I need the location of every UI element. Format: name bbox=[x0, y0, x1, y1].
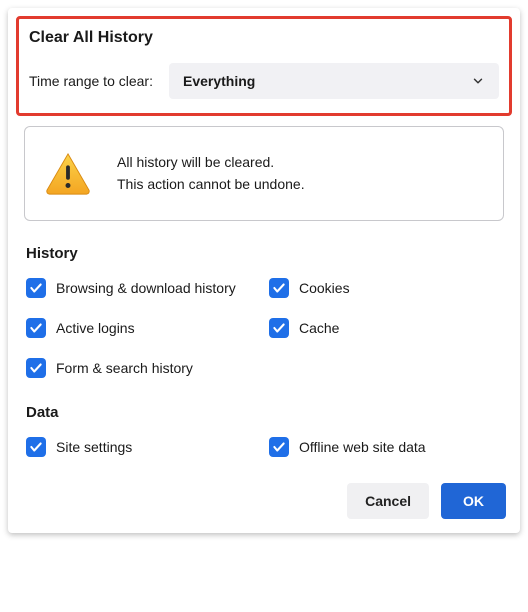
warning-icon bbox=[45, 152, 91, 194]
warning-box: All history will be cleared. This action… bbox=[24, 126, 504, 221]
ok-button[interactable]: OK bbox=[441, 483, 506, 519]
history-section-title: History bbox=[26, 245, 502, 262]
warning-text: All history will be cleared. This action… bbox=[117, 151, 305, 196]
time-range-label: Time range to clear: bbox=[29, 73, 153, 89]
checkbox-label: Active logins bbox=[56, 320, 135, 336]
header-highlight-box: Clear All History Time range to clear: E… bbox=[16, 16, 512, 116]
checkbox-label: Form & search history bbox=[56, 360, 193, 376]
chevron-down-icon bbox=[471, 74, 485, 88]
checkmark-icon bbox=[26, 437, 46, 457]
clear-history-dialog: Clear All History Time range to clear: E… bbox=[8, 8, 520, 533]
time-range-select[interactable]: Everything bbox=[169, 63, 499, 99]
checkbox-cache[interactable]: Cache bbox=[269, 318, 502, 338]
warning-line-2: This action cannot be undone. bbox=[117, 173, 305, 195]
checkmark-icon bbox=[269, 318, 289, 338]
checkmark-icon bbox=[26, 358, 46, 378]
history-section: History Browsing & download history Cook… bbox=[16, 245, 512, 378]
checkbox-label: Cookies bbox=[299, 280, 350, 296]
checkbox-browsing-download-history[interactable]: Browsing & download history bbox=[26, 278, 259, 298]
checkbox-active-logins[interactable]: Active logins bbox=[26, 318, 259, 338]
history-checkbox-grid: Browsing & download history Cookies Acti… bbox=[26, 278, 502, 378]
checkmark-icon bbox=[269, 278, 289, 298]
dialog-title: Clear All History bbox=[29, 29, 499, 47]
checkbox-offline-web-site-data[interactable]: Offline web site data bbox=[269, 437, 502, 457]
checkmark-icon bbox=[26, 278, 46, 298]
time-range-row: Time range to clear: Everything bbox=[29, 63, 499, 99]
data-section-title: Data bbox=[26, 404, 502, 421]
checkbox-label: Browsing & download history bbox=[56, 280, 236, 296]
checkbox-label: Site settings bbox=[56, 439, 132, 455]
warning-line-1: All history will be cleared. bbox=[117, 151, 305, 173]
checkmark-icon bbox=[269, 437, 289, 457]
checkbox-cookies[interactable]: Cookies bbox=[269, 278, 502, 298]
checkbox-label: Cache bbox=[299, 320, 339, 336]
checkbox-site-settings[interactable]: Site settings bbox=[26, 437, 259, 457]
cancel-button[interactable]: Cancel bbox=[347, 483, 429, 519]
data-section: Data Site settings Offline web site data bbox=[16, 404, 512, 457]
checkbox-form-search-history[interactable]: Form & search history bbox=[26, 358, 259, 378]
data-checkbox-grid: Site settings Offline web site data bbox=[26, 437, 502, 457]
dialog-actions: Cancel OK bbox=[16, 483, 512, 519]
checkbox-label: Offline web site data bbox=[299, 439, 426, 455]
time-range-value: Everything bbox=[183, 73, 255, 89]
checkmark-icon bbox=[26, 318, 46, 338]
